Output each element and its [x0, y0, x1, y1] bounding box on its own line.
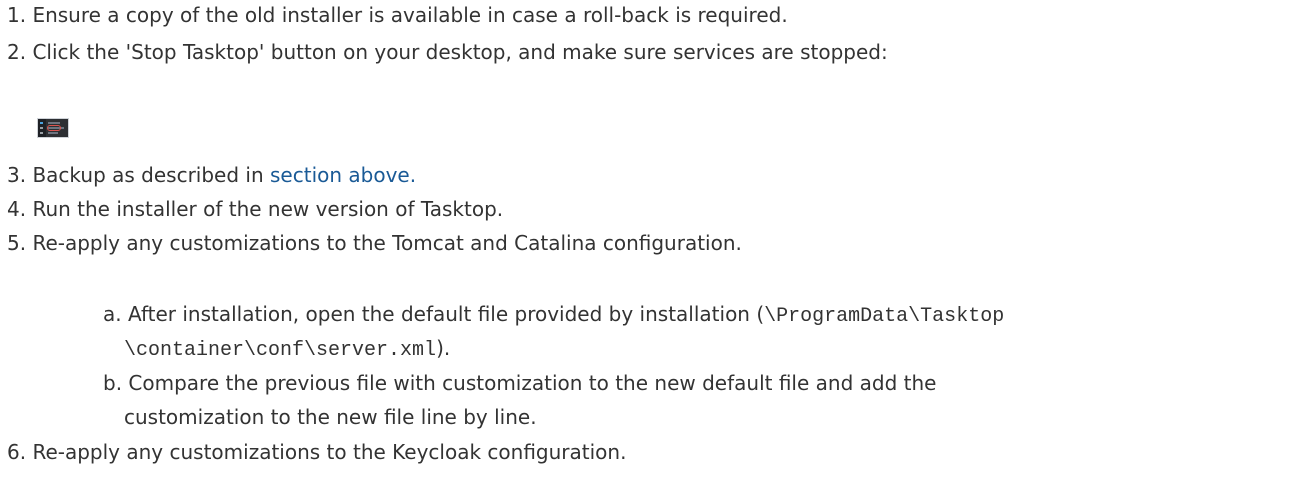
substep-letter: b. [103, 371, 123, 395]
step-number: 3. [7, 163, 27, 187]
step-number: 1. [7, 3, 27, 27]
tasktop-stop-screenshot-icon[interactable] [37, 118, 69, 138]
substep-a-continuation: \container\conf\server.xml). [124, 333, 450, 366]
step-text: Ensure a copy of the old installer is av… [32, 3, 788, 27]
step-text: Click the 'Stop Tasktop' button on your … [32, 40, 888, 64]
step-4: 4. Run the installer of the new version … [7, 194, 503, 224]
substep-b: b. Compare the previous file with custom… [103, 368, 936, 398]
substep-text: customization to the new file line by li… [124, 405, 537, 429]
step-text: Re-apply any customizations to the Keycl… [32, 440, 627, 464]
step-number: 2. [7, 40, 27, 64]
step-5: 5. Re-apply any customizations to the To… [7, 228, 742, 258]
step-2: 2. Click the 'Stop Tasktop' button on yo… [7, 37, 888, 67]
step-text: Run the installer of the new version of … [32, 197, 504, 221]
substep-text: ). [436, 336, 451, 360]
step-6: 6. Re-apply any customizations to the Ke… [7, 437, 626, 467]
substep-b-continuation: customization to the new file line by li… [124, 402, 537, 432]
step-3: 3. Backup as described in section above. [7, 160, 416, 190]
substep-text: Compare the previous file with customiza… [128, 371, 937, 395]
instruction-list: 1. Ensure a copy of the old installer is… [0, 0, 1304, 499]
substep-text: After installation, open the default fil… [127, 302, 765, 326]
code-path: \ProgramData\Tasktop [764, 305, 1005, 328]
step-number: 4. [7, 197, 27, 221]
substep-letter: a. [103, 302, 122, 326]
step-text: Backup as described in [32, 163, 270, 187]
step-text: Re-apply any customizations to the Tomca… [32, 231, 742, 255]
step-number: 6. [7, 440, 27, 464]
step-number: 5. [7, 231, 27, 255]
substep-a: a. After installation, open the default … [103, 299, 1004, 332]
code-path: \container\conf\server.xml [124, 339, 437, 362]
section-above-link[interactable]: section above. [270, 163, 416, 187]
step-1: 1. Ensure a copy of the old installer is… [7, 0, 788, 30]
